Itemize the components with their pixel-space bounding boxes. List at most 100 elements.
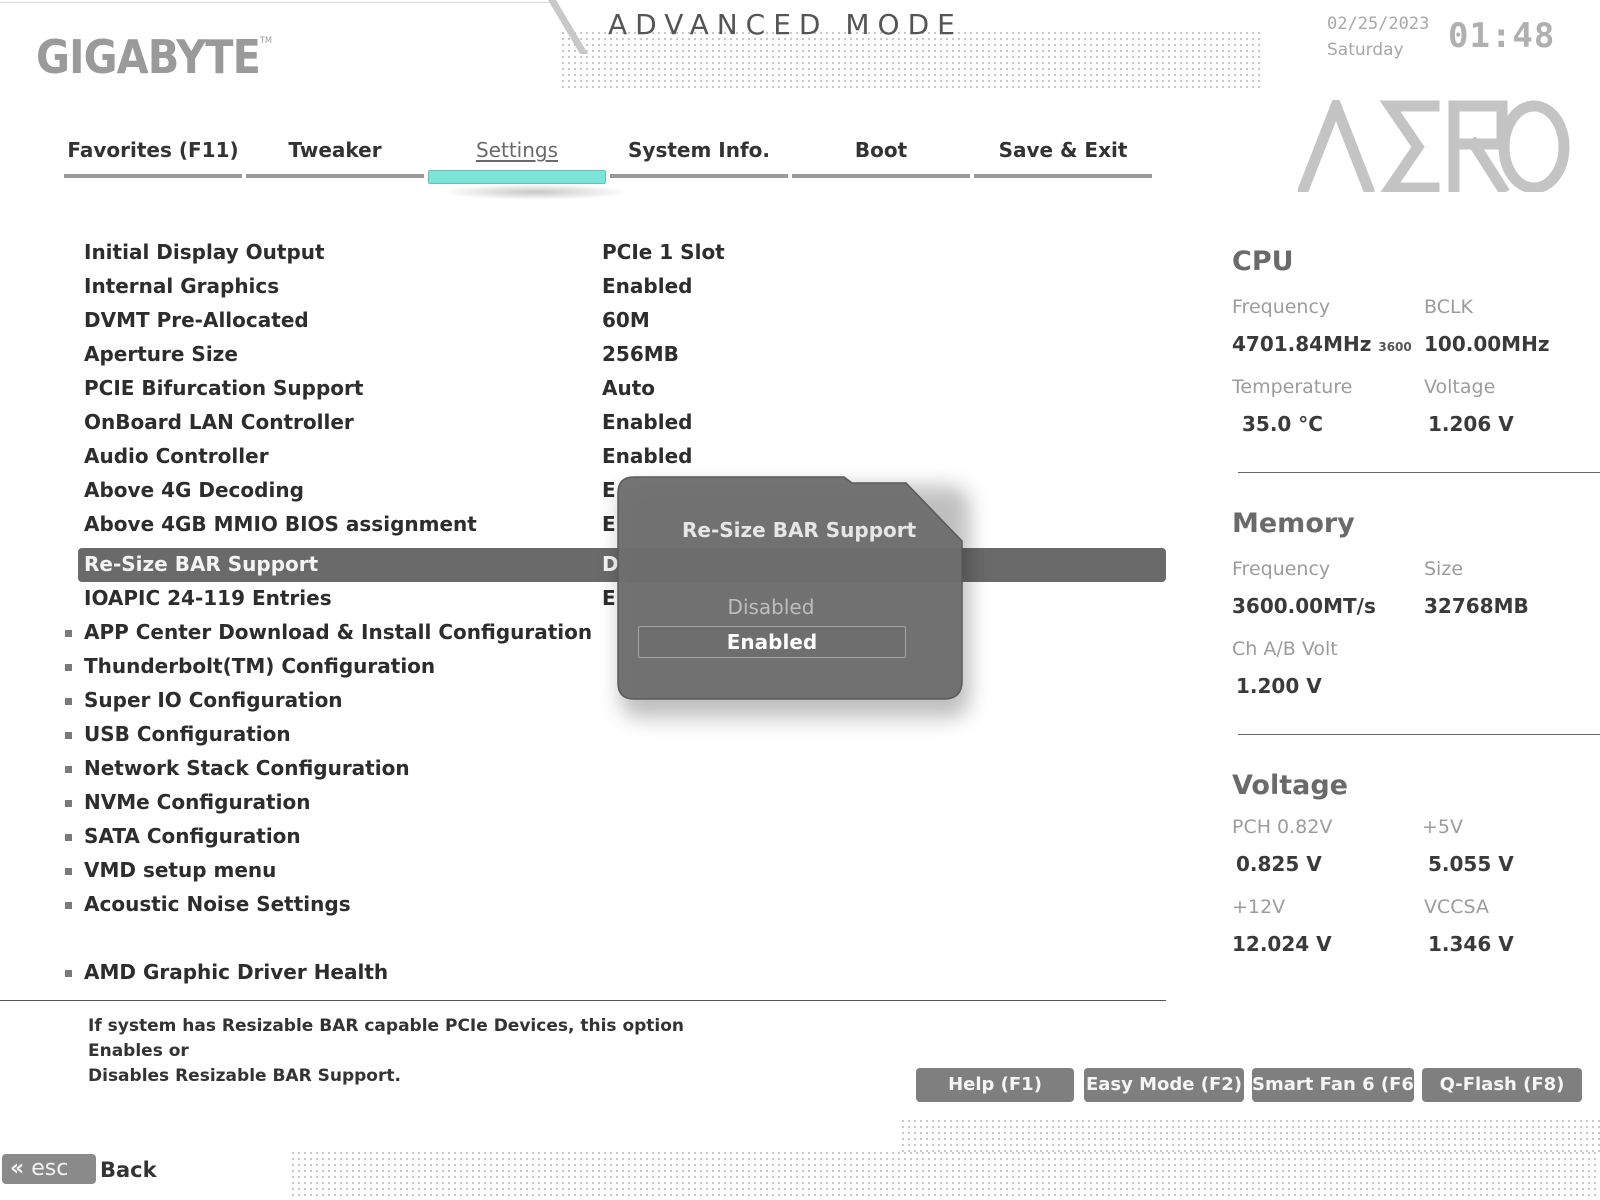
setting-label: Aperture Size [84, 342, 238, 366]
setting-row[interactable]: Initial Display Output PCIe 1 Slot [78, 236, 1166, 270]
mode-title: ADVANCED MODE [608, 8, 963, 41]
gigabyte-logo: GIGABYTETM [36, 30, 272, 84]
setting-label: IOAPIC 24-119 Entries [84, 586, 332, 610]
footer-dot-pattern [290, 1150, 1600, 1200]
bullet-icon [65, 630, 72, 637]
bullet-icon [65, 766, 72, 773]
setting-label: DVMT Pre-Allocated [84, 308, 309, 332]
day-display: Saturday [1327, 40, 1404, 60]
setting-row[interactable]: Internal Graphics Enabled [78, 270, 1166, 304]
help-button[interactable]: Help (F1) [916, 1068, 1074, 1102]
plus12v-value: 12.024 V [1232, 932, 1332, 956]
section-divider [1238, 472, 1600, 473]
active-tab-glow [440, 184, 630, 200]
cpu-voltage-label: Voltage [1424, 376, 1496, 398]
tab-boot[interactable]: Boot [790, 138, 972, 178]
setting-value: Auto [602, 376, 656, 400]
footer-dot-pattern-right [900, 1118, 1600, 1152]
setting-value: PCIe 1 Slot [602, 240, 725, 264]
setting-value: E [602, 478, 616, 502]
submenu-label: AMD Graphic Driver Health [84, 960, 389, 984]
submenu-label: SATA Configuration [84, 824, 301, 848]
esc-back-button[interactable]: « esc [2, 1154, 96, 1184]
setting-label: OnBoard LAN Controller [84, 410, 354, 434]
setting-row[interactable]: PCIE Bifurcation Support Auto [78, 372, 1166, 406]
tab-system-info[interactable]: System Info. [608, 138, 790, 178]
date-display: 02/25/2023 [1327, 14, 1430, 34]
submenu-label: Thunderbolt(TM) Configuration [84, 654, 436, 678]
setting-label: Re-Size BAR Support [84, 552, 319, 576]
aero-logo [1298, 100, 1570, 192]
cpu-frequency-sub: 3600.6 [1378, 340, 1412, 354]
setting-value: E [602, 512, 616, 536]
cpu-voltage-value: 1.206 V [1428, 412, 1514, 436]
clock-display: 01:48 [1448, 16, 1556, 56]
tab-settings[interactable]: Settings [426, 138, 608, 184]
setting-row[interactable]: DVMT Pre-Allocated 60M [78, 304, 1166, 338]
pch-label: PCH 0.82V [1232, 816, 1333, 838]
cpu-frequency-label: Frequency [1232, 296, 1331, 318]
submenu-label: Network Stack Configuration [84, 756, 410, 780]
plus5v-label: +5V [1422, 816, 1464, 838]
popup-title: Re-Size BAR Support [682, 518, 917, 542]
bclk-label: BCLK [1424, 296, 1474, 318]
help-line: Disables Resizable BAR Support. [88, 1066, 401, 1086]
help-divider [0, 1000, 1166, 1001]
memory-size-label: Size [1424, 558, 1464, 580]
setting-value: E [602, 586, 616, 610]
setting-value: Enabled [602, 274, 693, 298]
help-line: If system has Resizable BAR capable PCIe… [88, 1016, 685, 1061]
submenu-label: USB Configuration [84, 722, 291, 746]
option-popup [617, 476, 963, 700]
setting-value: Enabled [602, 444, 693, 468]
easy-mode-button[interactable]: Easy Mode (F2) [1084, 1068, 1244, 1102]
option-disabled[interactable]: Disabled [638, 592, 904, 622]
submenu-label: VMD setup menu [84, 858, 277, 882]
setting-value: Enabled [602, 410, 693, 434]
plus12v-label: +12V [1232, 896, 1286, 918]
setting-value: 60M [602, 308, 650, 332]
vccsa-value: 1.346 V [1428, 932, 1514, 956]
esc-label: esc [31, 1156, 69, 1181]
vccsa-label: VCCSA [1424, 896, 1489, 918]
double-chevron-left-icon: « [10, 1156, 25, 1181]
section-divider [1238, 734, 1600, 735]
memory-size-value: 32768MB [1424, 594, 1529, 618]
back-label: Back [100, 1158, 157, 1182]
bullet-icon [65, 664, 72, 671]
setting-row[interactable]: OnBoard LAN Controller Enabled [78, 406, 1166, 440]
help-description: If system has Resizable BAR capable PCIe… [88, 1014, 728, 1089]
pch-value: 0.825 V [1236, 852, 1322, 876]
q-flash-button[interactable]: Q-Flash (F8) [1422, 1068, 1582, 1102]
option-enabled-highlighted[interactable]: Enabled [638, 626, 906, 658]
submenu-label: Super IO Configuration [84, 688, 343, 712]
submenu-label: NVMe Configuration [84, 790, 311, 814]
bullet-icon [65, 698, 72, 705]
setting-label: Audio Controller [84, 444, 269, 468]
setting-label: Internal Graphics [84, 274, 280, 298]
temperature-label: Temperature [1232, 376, 1353, 398]
cpu-heading: CPU [1232, 246, 1294, 277]
bullet-icon [65, 970, 72, 977]
submenu-label: Acoustic Noise Settings [84, 892, 351, 916]
tab-favorites[interactable]: Favorites (F11) [62, 138, 244, 178]
cpu-frequency-main: 4701.84MHz [1232, 332, 1372, 356]
header-slant-decoration [548, 0, 588, 54]
setting-row[interactable]: Aperture Size 256MB [78, 338, 1166, 372]
bclk-value: 100.00MHz [1424, 332, 1550, 356]
setting-label: PCIE Bifurcation Support [84, 376, 364, 400]
submenu-label: APP Center Download & Install Configurat… [84, 620, 593, 644]
tab-save-exit[interactable]: Save & Exit [972, 138, 1154, 178]
setting-row[interactable]: Audio Controller Enabled [78, 440, 1166, 474]
bullet-icon [65, 868, 72, 875]
chab-volt-label: Ch A/B Volt [1232, 638, 1338, 660]
memory-frequency-value: 3600.00MT/s [1232, 594, 1376, 618]
tab-tweaker[interactable]: Tweaker [244, 138, 426, 178]
bullet-icon [65, 902, 72, 909]
setting-value: 256MB [602, 342, 679, 366]
temperature-value: 35.0 °C [1242, 412, 1323, 436]
smart-fan-button[interactable]: Smart Fan 6 (F6) [1252, 1068, 1414, 1102]
bullet-icon [65, 732, 72, 739]
setting-label: Initial Display Output [84, 240, 325, 264]
memory-frequency-label: Frequency [1232, 558, 1331, 580]
